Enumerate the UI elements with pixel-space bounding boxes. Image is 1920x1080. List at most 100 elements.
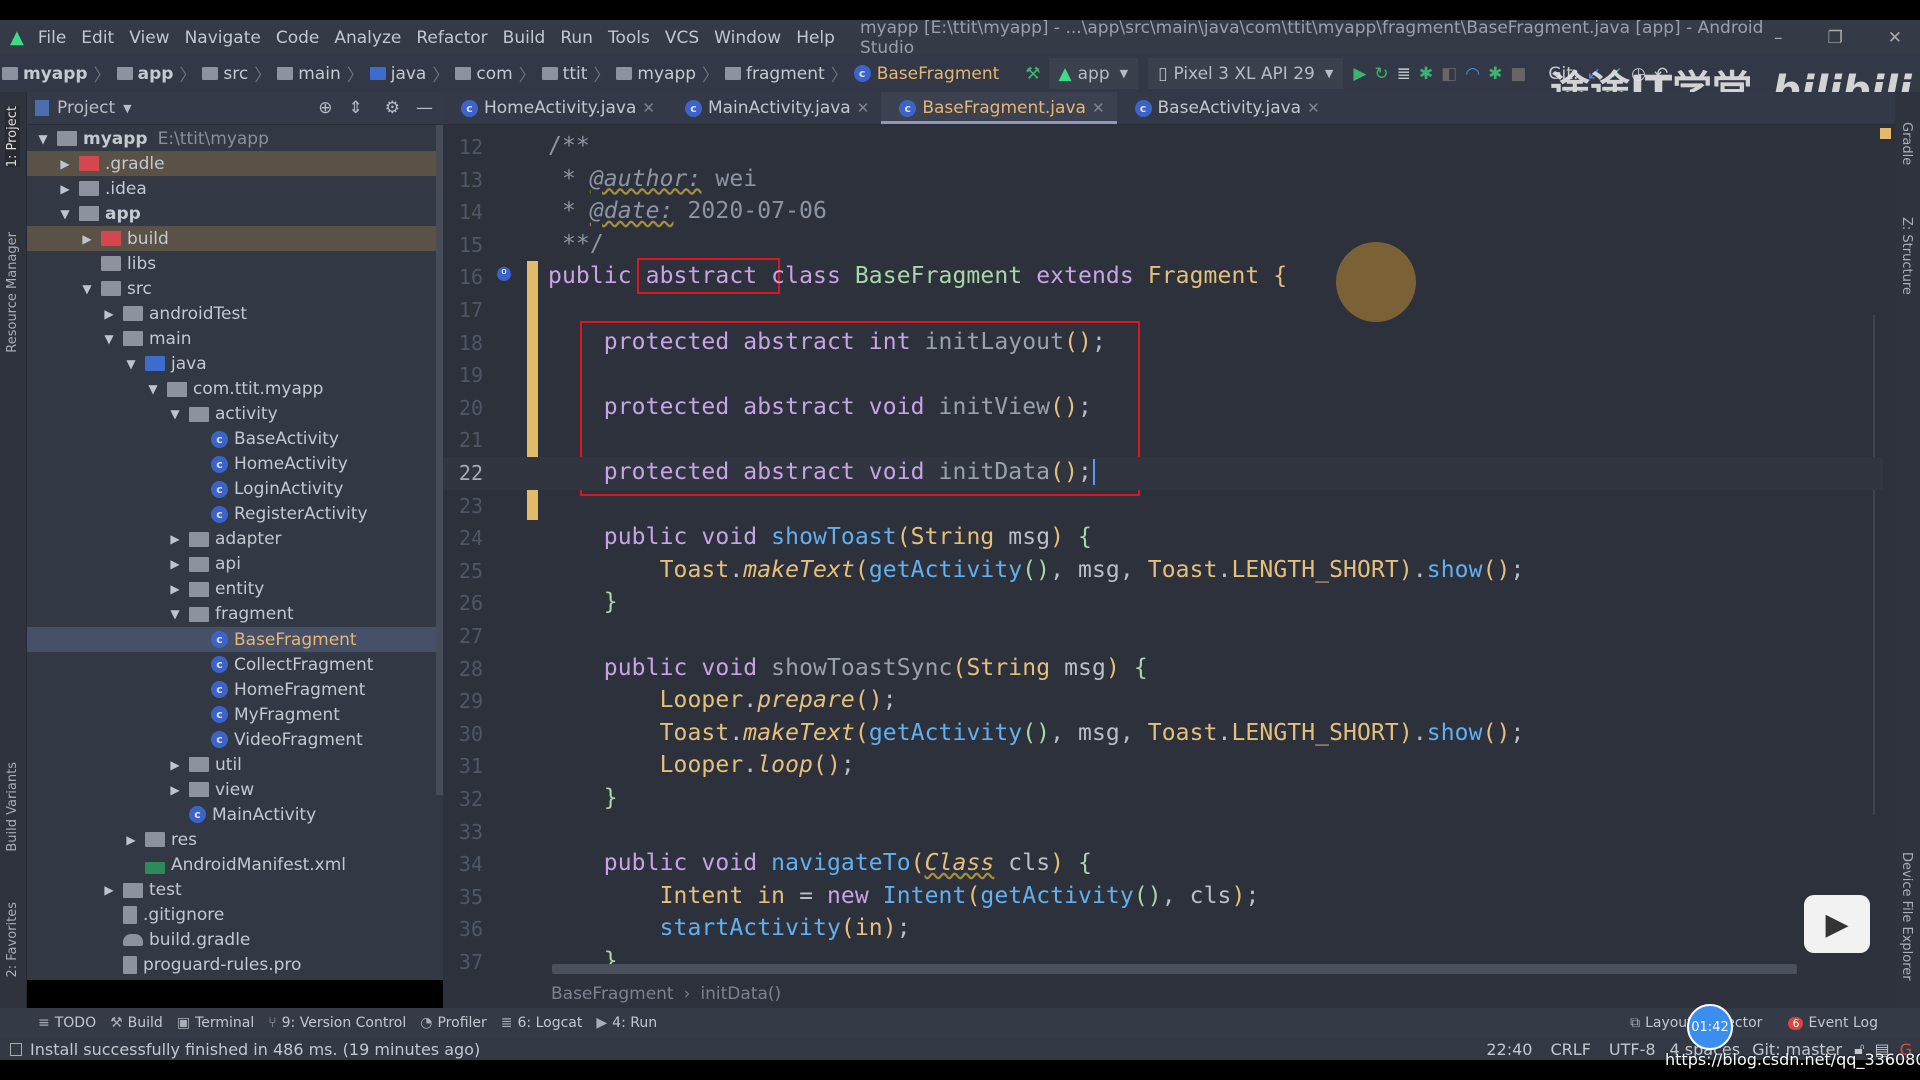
breadcrumb-item[interactable]: java 〉 <box>369 61 449 86</box>
tool-window-run[interactable]: ▶ 4: Run <box>596 1015 657 1031</box>
code-line[interactable]: startActivity(in); <box>548 915 911 941</box>
status-toggle-icon[interactable] <box>10 1042 22 1056</box>
tree-item[interactable]: c HomeActivity <box>27 452 437 477</box>
tree-item[interactable]: ▶ api <box>27 552 437 577</box>
tool-window-logcat[interactable]: ≣ 6: Logcat <box>501 1015 583 1031</box>
code-line[interactable]: Toast.makeText(getActivity(), msg, Toast… <box>548 720 1525 746</box>
resource-manager-tool-tab[interactable]: Resource Manager <box>5 232 20 353</box>
stop-icon[interactable]: ■ <box>1510 60 1526 88</box>
tree-item[interactable]: ▶ res <box>27 827 437 852</box>
debug-icon[interactable]: ✱ <box>1419 60 1433 88</box>
apply-code-changes-icon[interactable]: ≣ <box>1397 60 1411 88</box>
breadcrumb-item[interactable]: ttit 〉 <box>541 61 610 86</box>
run-config-dropdown[interactable]: ▲ app ▼ <box>1048 58 1139 89</box>
tree-item[interactable]: build <box>27 978 437 980</box>
breadcrumb-item[interactable]: main 〉 <box>277 61 364 86</box>
code-line[interactable]: **/ <box>548 231 604 257</box>
breadcrumb-item[interactable]: src 〉 <box>202 61 271 86</box>
tab-homeactivity[interactable]: c HomeActivity.java ✕ <box>443 92 667 124</box>
tree-item[interactable]: c HomeFragment <box>27 677 437 702</box>
menu-run[interactable]: Run <box>560 28 593 48</box>
collapsed-arrow-icon[interactable]: ▶ <box>101 307 117 321</box>
menu-code[interactable]: Code <box>276 28 320 48</box>
code-line[interactable]: protected abstract int initLayout(); <box>548 329 1106 355</box>
tree-item[interactable]: proguard-rules.pro <box>27 953 437 978</box>
run-icon[interactable]: ▶ <box>1353 60 1366 88</box>
tree-item[interactable]: ▼ main <box>27 326 437 351</box>
collapsed-arrow-icon[interactable]: ▶ <box>57 182 73 196</box>
menu-view[interactable]: View <box>129 28 169 48</box>
menu-file[interactable]: File <box>38 28 66 48</box>
expanded-arrow-icon[interactable]: ▼ <box>57 207 73 221</box>
collapse-all-icon[interactable]: ⇕ <box>349 98 363 118</box>
collapsed-arrow-icon[interactable]: ▶ <box>123 833 139 847</box>
code-line[interactable]: public void navigateTo(Class cls) { <box>548 850 1092 876</box>
debug-attach-icon[interactable]: ✱ <box>1488 60 1502 88</box>
menu-help[interactable]: Help <box>796 28 835 48</box>
tree-item[interactable]: libs <box>27 251 437 276</box>
menu-navigate[interactable]: Navigate <box>185 28 261 48</box>
tree-item[interactable]: build.gradle <box>27 928 437 953</box>
tree-item[interactable]: ▼ com.ttit.myapp <box>27 377 437 402</box>
tool-window-build[interactable]: ⚒ Build <box>110 1015 163 1031</box>
tree-item[interactable]: c MyFragment <box>27 702 437 727</box>
collapsed-arrow-icon[interactable]: ▶ <box>101 883 117 897</box>
tree-item[interactable]: ▶ test <box>27 878 437 903</box>
tab-mainactivity[interactable]: c MainActivity.java ✕ <box>667 92 881 124</box>
tree-item[interactable]: c RegisterActivity <box>27 502 437 527</box>
tree-item[interactable]: ▼ activity <box>27 402 437 427</box>
hide-panel-icon[interactable]: — <box>416 98 433 118</box>
tree-item[interactable]: ▶ androidTest <box>27 301 437 326</box>
minimize-button[interactable]: – <box>1774 28 1783 48</box>
code-line[interactable]: Looper.prepare(); <box>548 687 897 713</box>
tree-item[interactable]: ▶ .idea <box>27 176 437 201</box>
breadcrumb-item[interactable]: app 〉 <box>116 61 196 86</box>
build-variants-tool-tab[interactable]: Build Variants <box>5 762 20 852</box>
gradle-tool-tab[interactable]: Gradle <box>1899 122 1914 165</box>
tree-item[interactable]: ▶ entity <box>27 577 437 602</box>
video-play-icon[interactable]: ▶ <box>1804 895 1870 953</box>
device-dropdown[interactable]: ▯ Pixel 3 XL API 29 ▼ <box>1148 58 1344 89</box>
menu-refactor[interactable]: Refactor <box>416 28 487 48</box>
code-line[interactable]: * @date: 2020-07-06 <box>548 198 827 224</box>
code-line[interactable]: Toast.makeText(getActivity(), msg, Toast… <box>548 557 1525 583</box>
favorites-tool-tab[interactable]: 2: Favorites <box>5 902 20 978</box>
apply-changes-icon[interactable]: ↻ <box>1374 60 1388 88</box>
tree-item[interactable]: ▶ adapter <box>27 527 437 552</box>
menu-vcs[interactable]: VCS <box>665 28 699 48</box>
tree-item[interactable]: c MainActivity <box>27 802 437 827</box>
file-encoding[interactable]: UTF-8 <box>1609 1040 1656 1059</box>
tool-window-todo[interactable]: ≡ TODO <box>38 1015 96 1031</box>
expanded-arrow-icon[interactable]: ▼ <box>167 607 183 621</box>
build-hammer-icon[interactable]: ⚒ <box>1025 60 1040 88</box>
code-line[interactable]: protected abstract void initView(); <box>548 394 1092 420</box>
code-line[interactable]: } <box>548 589 618 615</box>
tree-item[interactable]: ▼ myapp E:\ttit\myapp <box>27 126 437 151</box>
close-tab-icon[interactable]: ✕ <box>1307 99 1320 117</box>
close-tab-icon[interactable]: ✕ <box>857 99 870 117</box>
code-line[interactable]: Intent in = new Intent(getActivity(), cl… <box>548 883 1260 909</box>
attach-debugger-icon[interactable]: ◧ <box>1441 60 1457 88</box>
breadcrumb-item[interactable]: fragment 〉 <box>725 61 848 86</box>
collapsed-arrow-icon[interactable]: ▶ <box>167 557 183 571</box>
code-line[interactable]: public void showToast(String msg) { <box>548 524 1092 550</box>
breadcrumb-item[interactable]: myapp 〉 <box>2 61 111 86</box>
project-tree-scrollbar[interactable] <box>436 125 443 795</box>
code-editor[interactable]: o 12/** 13 * @author: wei 14 * @date: 2020… <box>443 125 1895 980</box>
settings-gear-icon[interactable]: ⚙ <box>385 98 400 118</box>
tree-item[interactable]: ▼ fragment <box>27 602 437 627</box>
menu-analyze[interactable]: Analyze <box>334 28 401 48</box>
code-line[interactable]: public void showToastSync(String msg) { <box>548 655 1148 681</box>
caret-position[interactable]: 22:40 <box>1486 1040 1532 1059</box>
code-line[interactable]: } <box>548 785 618 811</box>
tree-item[interactable]: c LoginActivity <box>27 477 437 502</box>
expanded-arrow-icon[interactable]: ▼ <box>79 282 95 296</box>
device-file-explorer-tool-tab[interactable]: Device File Explorer <box>1899 852 1914 981</box>
profile-icon[interactable]: ◠ <box>1465 60 1480 88</box>
locate-icon[interactable]: ⊕ <box>318 98 332 118</box>
tree-item[interactable]: ▶ .gradle <box>27 151 437 177</box>
collapsed-arrow-icon[interactable]: ▶ <box>57 157 73 171</box>
project-tool-tab[interactable]: 1: Project <box>5 106 20 168</box>
close-tab-icon[interactable]: ✕ <box>1092 99 1105 117</box>
code-line[interactable]: public abstract class BaseFragment exten… <box>548 263 1287 289</box>
